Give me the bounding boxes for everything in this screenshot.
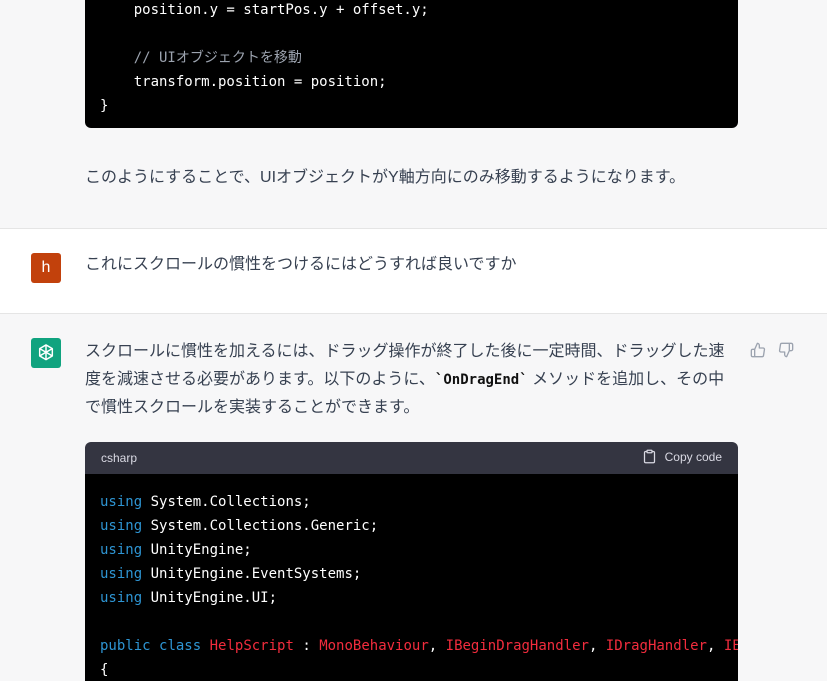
code-block-top: position.y = startPos.y + offset.y; // U… bbox=[85, 0, 738, 128]
code-comment-line: // UIオブジェクトを移動 bbox=[100, 50, 302, 66]
code-line-using: using UnityEngine; bbox=[100, 542, 252, 558]
code-block-header: csharp Copy code bbox=[85, 442, 738, 474]
assistant-message-text-2: スクロールに慣性を加えるには、ドラッグ操作が終了した後に一定時間、ドラッグした速… bbox=[85, 338, 735, 422]
inline-code: `OnDragEnd` bbox=[434, 372, 528, 388]
code-line: } bbox=[100, 98, 109, 114]
clipboard-icon bbox=[643, 449, 655, 464]
code-line-using: using System.Collections; bbox=[100, 494, 311, 510]
openai-logo-icon bbox=[38, 344, 54, 361]
code-line-using: using System.Collections.Generic; bbox=[100, 518, 379, 534]
assistant-text-line: スクロールに慣性を加えるには、ドラッグ操作が終了した後に一定時間、ドラッグした速 bbox=[85, 343, 725, 360]
copy-code-button[interactable]: Copy code bbox=[642, 449, 722, 464]
user-message-text: これにスクロールの慣性をつけるにはどうすれば良いですか bbox=[85, 256, 517, 273]
user-avatar: h bbox=[31, 253, 61, 283]
code-line: position.y = startPos.y + offset.y; bbox=[100, 2, 429, 18]
code-line: transform.position = position; bbox=[100, 74, 387, 90]
assistant-text-line: 度を減速させる必要があります。以下のように、`OnDragEnd` メソッドを追… bbox=[85, 371, 725, 388]
code-block-body: using System.Collections; using System.C… bbox=[85, 474, 738, 681]
assistant-message-text-1: このようにすることで、UIオブジェクトがY軸方向にのみ移動するようになります。 bbox=[85, 169, 686, 186]
thumbs-up-icon[interactable] bbox=[750, 342, 766, 358]
thumbs-down-icon[interactable] bbox=[778, 342, 794, 358]
assistant-text-line: で慣性スクロールを実装することができます。 bbox=[85, 399, 420, 416]
code-language-label: csharp bbox=[101, 451, 138, 465]
copy-code-label: Copy code bbox=[664, 449, 722, 464]
code-line-class: public class HelpScript : MonoBehaviour,… bbox=[100, 638, 738, 654]
code-line-using: using UnityEngine.EventSystems; bbox=[100, 566, 362, 582]
code-line-using: using UnityEngine.UI; bbox=[100, 590, 278, 606]
code-line-brace: { bbox=[100, 662, 109, 678]
assistant-avatar bbox=[31, 338, 61, 368]
user-avatar-letter: h bbox=[41, 259, 51, 276]
